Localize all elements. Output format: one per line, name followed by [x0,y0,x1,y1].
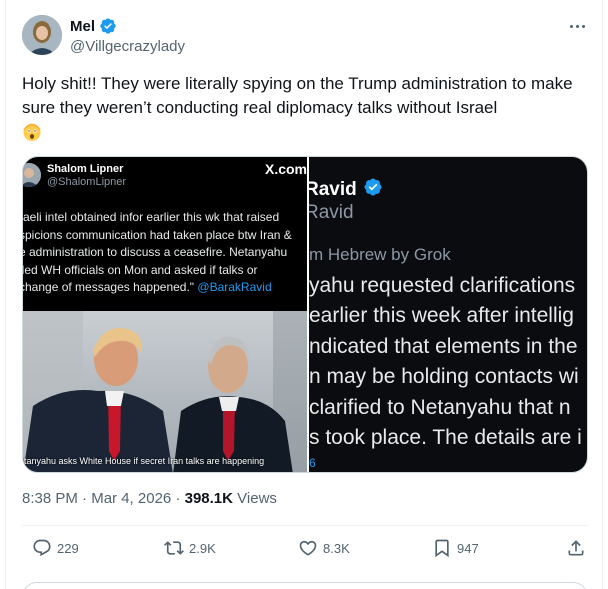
heart-icon [299,540,317,556]
action-bar: 229 2.9K 8.3K 947 [22,538,588,564]
meta-separator: · [175,490,185,507]
astonished-face-icon [22,122,42,142]
more-dot-icon [575,24,579,28]
translated-author-row: Ravid [309,177,383,202]
quoted-line: spicions communication had taken place b… [23,227,292,242]
repost-icon [164,541,184,555]
translated-line: n may be holding contacts wi [309,365,579,389]
quoted-line-last: change of messages happened." @BarakRavi… [23,279,307,297]
like-button[interactable]: 8.3K [298,538,350,558]
more-options-button[interactable] [566,16,588,36]
verified-badge-icon [363,177,383,202]
reply-button[interactable]: 229 [32,538,79,558]
translated-line: clarified to Netanyahu that n [309,395,571,419]
verified-badge-icon [99,17,117,35]
quoted-line: e administration to discuss a ceasefire.… [23,245,288,259]
news-photo-caption: etanyahu asks White House if secret Iran… [23,456,265,466]
tweet-time[interactable]: 8:38 PM [22,490,78,507]
views-label: Views [237,490,277,507]
tweet-text: Holy shit!! They were literally spying o… [22,72,588,142]
quoted-line: raeli intel obtained infor earlier this … [23,210,280,224]
more-dot-icon [569,24,573,28]
quoted-mention-link: @BarakRavid [197,280,272,294]
author-display-name[interactable]: Mel [70,18,95,35]
bookmark-button[interactable]: 947 [432,538,479,558]
name-row: Mel [70,16,185,36]
author-avatar[interactable] [22,15,62,55]
x-logo-mark: X.com [264,161,307,177]
quoted-author-avatar [23,163,41,187]
share-icon [568,540,584,556]
share-button[interactable] [566,538,586,558]
translated-line: s took place. The details are i [309,426,582,450]
divider [22,525,588,526]
bookmark-icon [435,539,449,558]
views-count: 398.1K [184,490,233,507]
quoted-author-handle: @ShalomLipner [47,176,127,188]
quoted-line: change of messages happened." [23,280,195,294]
media-image-left[interactable]: Shalom Lipner @ShalomLipner X.com raeli … [23,157,307,472]
reply-composer[interactable] [22,582,588,589]
reply-icon [33,539,51,557]
tweet-date[interactable]: Mar 4, 2026 [91,490,171,507]
repost-count: 2.9K [189,540,216,556]
translated-line: ndicated that elements in the [309,334,578,358]
tweet-media[interactable]: Shalom Lipner @ShalomLipner X.com raeli … [22,156,588,473]
quoted-author-name: Shalom Lipner [47,163,124,175]
tweet-meta: 8:38 PM · Mar 4, 2026 · 398.1K Views [22,490,277,507]
news-photo [23,311,307,472]
more-dot-icon [581,24,585,28]
author-handle[interactable]: @Villgecrazylady [70,38,185,55]
tweet-card: Mel @Villgecrazylady Holy shit!! They we… [5,0,603,589]
quoted-line: lled WH officials on Mon and asked if ta… [23,262,258,277]
repost-button[interactable]: 2.9K [164,538,216,558]
translated-body: yahu requested clarifications earlier th… [309,271,587,453]
translated-author-name: Ravid [309,178,357,200]
media-image-right[interactable]: Ravid Ravid m Hebrew by Grok yahu reques… [309,157,587,472]
translated-line: earlier this week after intellig [309,304,574,328]
tweet-body: Holy shit!! They were literally spying o… [22,74,573,117]
translated-author-handle: Ravid [309,202,354,223]
author-block: Mel @Villgecrazylady [70,16,185,56]
reply-count: 229 [57,540,79,556]
like-count: 8.3K [323,540,350,556]
quoted-text: raeli intel obtained infor earlier this … [23,209,307,297]
truncated-char: 6 [309,456,316,470]
meta-separator: · [82,490,92,507]
translation-notice: m Hebrew by Grok [309,245,451,264]
translated-line: yahu requested clarifications [309,274,576,297]
bookmark-count: 947 [457,540,479,556]
